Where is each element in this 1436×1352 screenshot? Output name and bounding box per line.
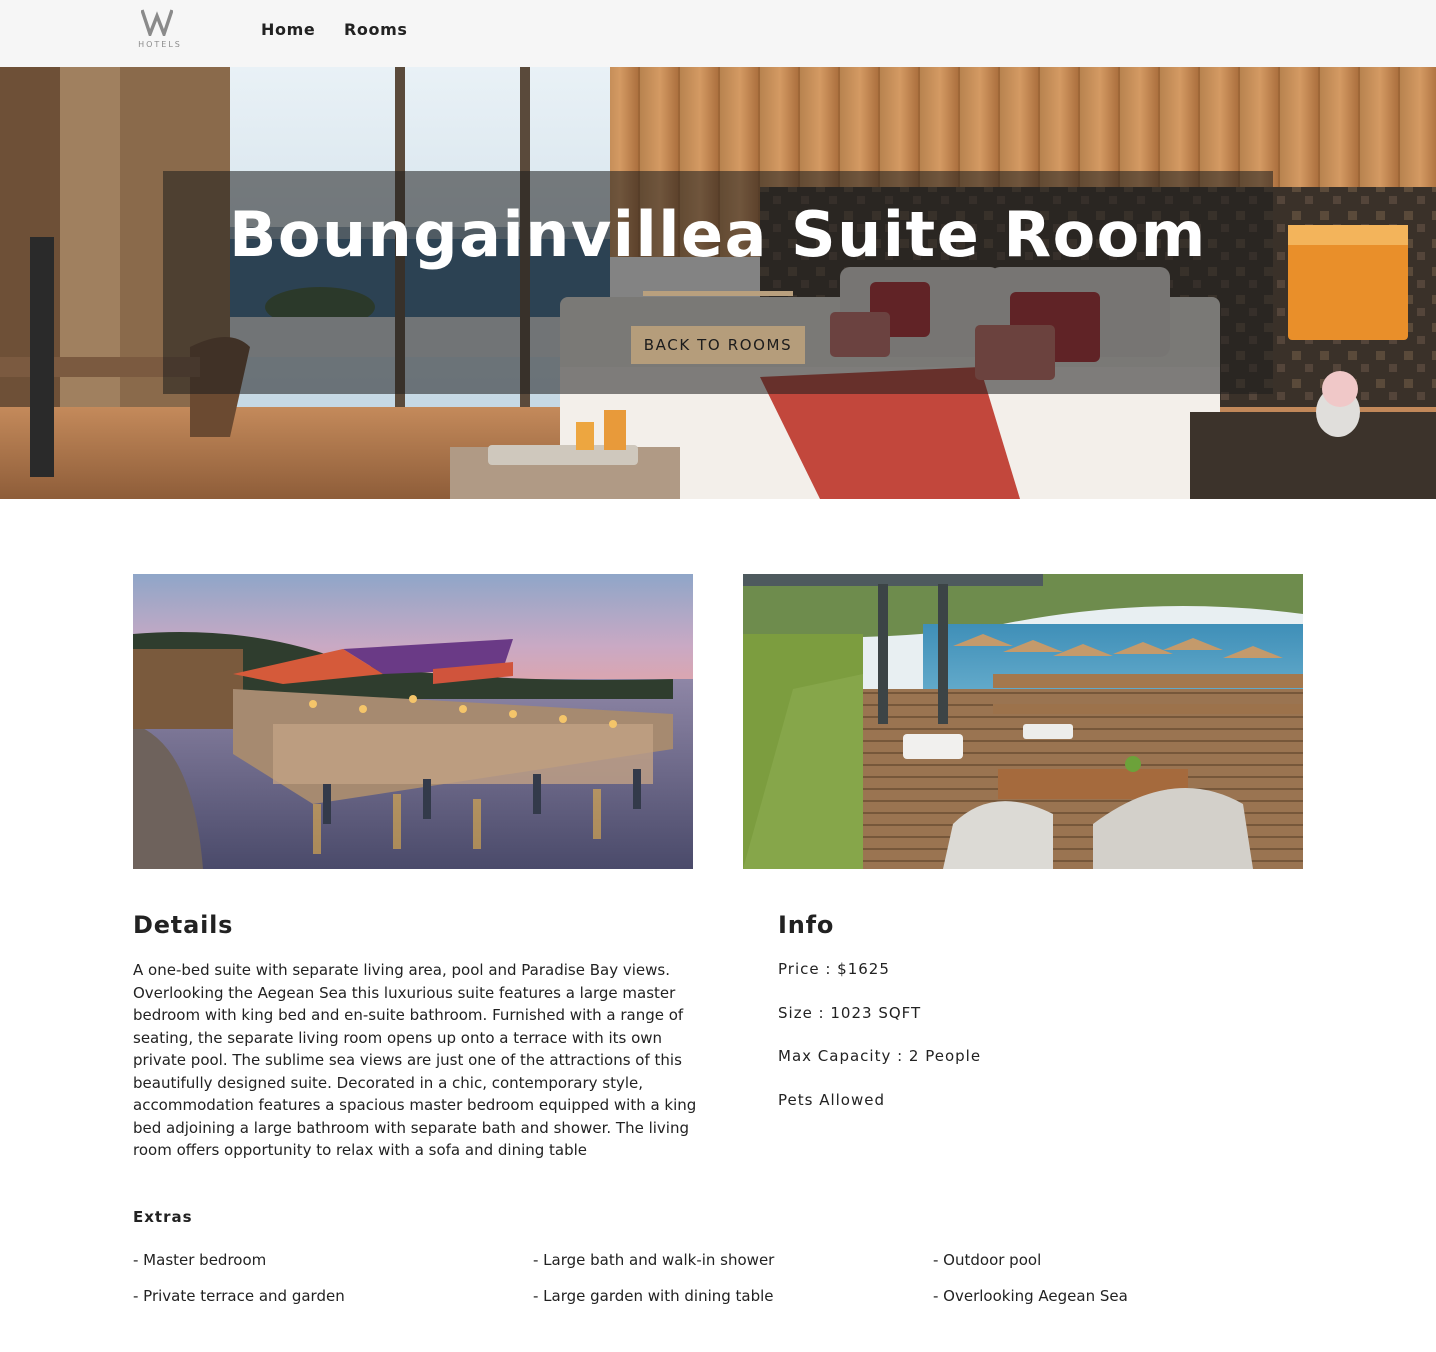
extra-item: - Overlooking Aegean Sea xyxy=(933,1287,1128,1305)
extra-item: - Private terrace and garden xyxy=(133,1287,345,1305)
nav-home-link[interactable]: Home xyxy=(261,20,315,39)
extras-heading: Extras xyxy=(133,1208,193,1226)
extra-item: - Master bedroom xyxy=(133,1251,267,1269)
price-label: Price : $1625 xyxy=(778,960,890,978)
hotel-logo[interactable]: HOTELS xyxy=(135,8,185,54)
beach-terrace-image xyxy=(743,574,1303,869)
top-navbar: HOTELS Home Rooms xyxy=(0,0,1436,67)
extra-item: - Outdoor pool xyxy=(933,1251,1042,1269)
extra-item: - Large bath and walk-in shower xyxy=(533,1251,775,1269)
extra-item: - Large garden with dining table xyxy=(533,1287,774,1305)
nav-rooms-link[interactable]: Rooms xyxy=(344,20,408,39)
info-heading: Info xyxy=(778,911,835,939)
hero-banner: Boungainvillea Suite Room BACK TO ROOMS xyxy=(163,171,1273,394)
pets-label: Pets Allowed xyxy=(778,1091,885,1109)
size-label: Size : 1023 SQFT xyxy=(778,1004,922,1022)
title-underline xyxy=(643,291,793,296)
page-title: Boungainvillea Suite Room xyxy=(229,198,1207,271)
pier-restaurant-image xyxy=(133,574,693,869)
pier-restaurant-photo xyxy=(133,574,693,869)
beach-terrace-photo xyxy=(743,574,1303,869)
logo-text: HOTELS xyxy=(138,40,182,49)
details-heading: Details xyxy=(133,911,234,939)
back-to-rooms-button[interactable]: BACK TO ROOMS xyxy=(631,326,805,364)
capacity-label: Max Capacity : 2 People xyxy=(778,1047,982,1065)
hero-section: Boungainvillea Suite Room BACK TO ROOMS xyxy=(0,67,1436,499)
w-logo-icon xyxy=(141,9,173,36)
details-description: A one-bed suite with separate living are… xyxy=(133,961,697,1159)
